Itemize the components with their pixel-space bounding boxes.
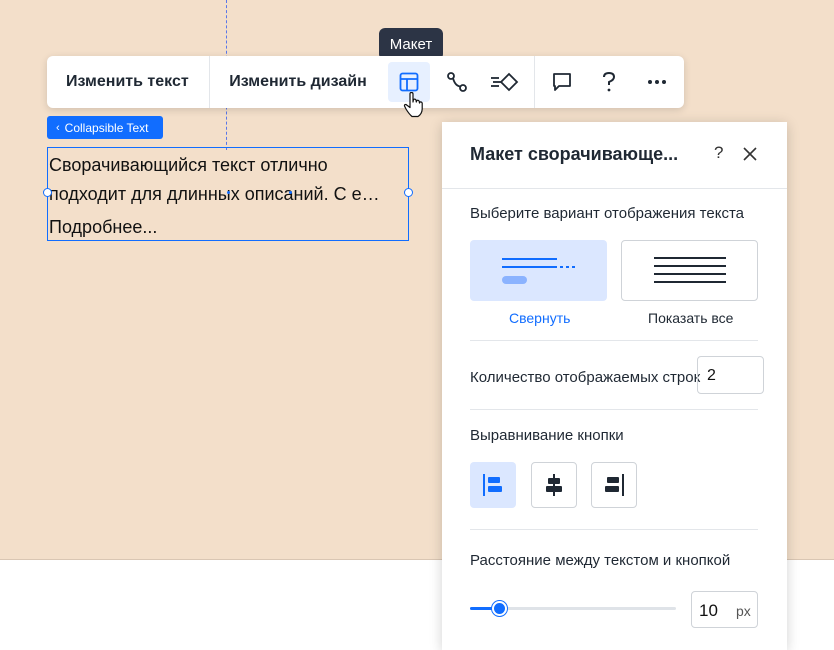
interactions-icon — [490, 72, 519, 92]
resize-handle-left[interactable] — [43, 188, 52, 197]
center-marker — [289, 191, 292, 194]
lines-count-input[interactable]: 2 — [697, 356, 764, 394]
panel-help-button[interactable]: ? — [714, 143, 723, 163]
collapsible-text-element[interactable]: Сворачивающийся текст отлично подходит д… — [43, 147, 413, 241]
tooltip-text: Макет — [389, 35, 433, 53]
close-icon[interactable] — [742, 146, 758, 162]
button-alignment-label: Выравнивание кнопки — [470, 427, 624, 444]
display-mode-label: Выберите вариант отображения текста — [470, 205, 744, 222]
show-all-option-card[interactable] — [621, 240, 758, 301]
more-button[interactable] — [636, 62, 678, 102]
align-right-icon — [605, 474, 624, 496]
spacing-slider-handle[interactable] — [492, 601, 507, 616]
collapsible-text-content: Сворачивающийся текст отлично подходит д… — [49, 151, 380, 209]
panel-title: Макет сворачивающе... — [470, 144, 679, 164]
collapse-option-card[interactable] — [470, 240, 607, 301]
text-line: подходит для длинных описаний. С е… — [49, 184, 380, 204]
read-more-link[interactable]: Подробнее... — [49, 217, 157, 238]
spacing-value: 10 — [699, 601, 718, 620]
comment-button[interactable] — [541, 62, 583, 102]
floating-toolbar: Изменить текст Изменить дизайн — [47, 56, 684, 108]
align-center-button[interactable] — [531, 462, 577, 508]
show-all-option-label[interactable]: Показать все — [648, 310, 733, 326]
collapsed-text-preview-icon — [502, 258, 575, 284]
panel-header: Макет сворачивающе... ? — [442, 122, 787, 189]
interactions-button[interactable] — [484, 62, 526, 102]
layout-settings-panel: Макет сворачивающе... ? Выберите вариант… — [442, 122, 787, 650]
spacing-value-input[interactable]: 10 px — [691, 591, 758, 628]
component-breadcrumb-tag[interactable]: ‹ Collapsible Text — [47, 116, 163, 139]
help-icon — [603, 71, 616, 92]
animation-button[interactable] — [436, 62, 478, 102]
layout-icon — [399, 72, 419, 92]
toolbar-separator — [533, 56, 535, 108]
section-divider — [470, 409, 758, 410]
section-divider — [470, 529, 758, 530]
comment-icon — [552, 73, 571, 91]
chevron-left-icon: ‹ — [56, 121, 60, 134]
collapse-option-label[interactable]: Свернуть — [509, 310, 570, 326]
edit-text-button[interactable]: Изменить текст — [47, 56, 211, 108]
align-left-button[interactable] — [470, 462, 516, 508]
edit-design-button[interactable]: Изменить дизайн — [210, 56, 388, 108]
text-line: Сворачивающийся текст отлично — [49, 155, 328, 175]
align-right-button[interactable] — [591, 462, 637, 508]
align-center-icon — [546, 474, 562, 496]
center-marker — [227, 191, 230, 194]
spacing-label: Расстояние между текстом и кнопкой — [470, 552, 731, 569]
spacing-slider-track[interactable] — [470, 601, 676, 616]
spacing-unit: px — [736, 603, 751, 619]
more-icon — [648, 80, 667, 84]
lines-count-label: Количество отображаемых строк — [470, 369, 701, 386]
help-button[interactable] — [588, 62, 630, 102]
hand-cursor-icon — [403, 92, 423, 118]
full-text-preview-icon — [654, 257, 726, 283]
align-left-icon — [483, 474, 502, 496]
section-divider — [470, 340, 758, 341]
component-tag-label: Collapsible Text — [64, 120, 149, 135]
resize-handle-right[interactable] — [404, 188, 413, 197]
animation-path-icon — [447, 72, 467, 92]
